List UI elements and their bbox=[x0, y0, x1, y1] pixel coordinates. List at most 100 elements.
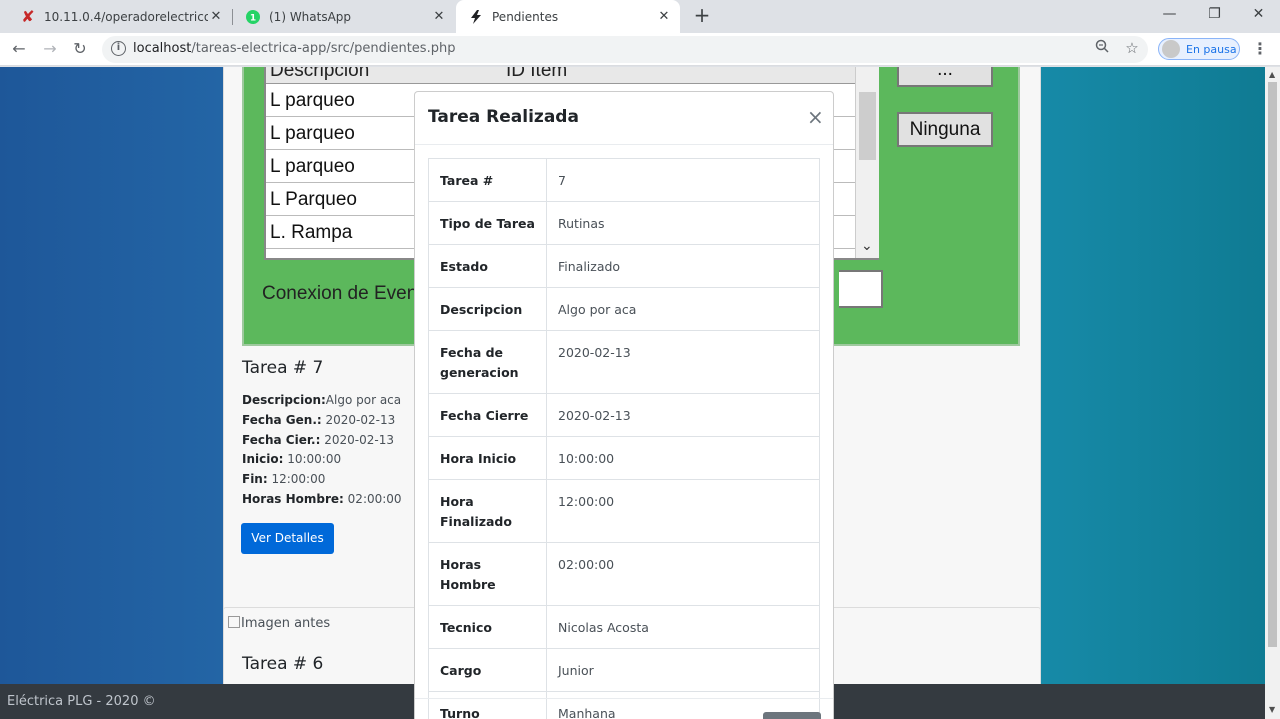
row-label: Tarea # bbox=[428, 158, 547, 202]
row-label: Fecha de generacion bbox=[428, 330, 547, 394]
table-row: Tarea #7 bbox=[428, 158, 820, 202]
row-value: Algo por aca bbox=[546, 287, 820, 331]
task-start: Inicio: 10:00:00 bbox=[242, 452, 341, 466]
row-value: Finalizado bbox=[546, 244, 820, 288]
field-label: Inicio: bbox=[242, 452, 284, 466]
row-label: Hora Finalizado bbox=[428, 479, 547, 543]
legacy-event-label: Conexion de Evento bbox=[262, 283, 434, 304]
row-value: Nicolas Acosta bbox=[546, 605, 820, 649]
whatsapp-icon: 1 bbox=[245, 9, 261, 25]
table-row: Horas Hombre 02:00:00 bbox=[428, 542, 820, 606]
table-row: Tecnico Nicolas Acosta bbox=[428, 605, 820, 649]
table-row: Fecha de generacion 2020-02-13 bbox=[428, 330, 820, 394]
svg-text:1: 1 bbox=[250, 13, 256, 23]
url-host: localhost bbox=[133, 41, 192, 56]
table-row: Cargo Junior bbox=[428, 648, 820, 692]
info-icon[interactable]: i bbox=[111, 41, 126, 56]
reload-icon[interactable]: ↻ bbox=[69, 38, 91, 60]
bolt-icon bbox=[468, 9, 484, 25]
modal-close-button[interactable]: × bbox=[807, 105, 824, 129]
forward-arrow-icon[interactable]: → bbox=[39, 38, 61, 60]
row-label: Tecnico bbox=[428, 605, 547, 649]
row-value: 2020-02-13 bbox=[546, 393, 820, 437]
row-value: 12:00:00 bbox=[546, 479, 820, 543]
row-label: Tipo de Tarea bbox=[428, 201, 547, 245]
broken-image: Imagen antes bbox=[228, 616, 330, 631]
restore-button[interactable]: ❐ bbox=[1192, 0, 1237, 30]
window-close-button[interactable]: ✕ bbox=[1236, 0, 1280, 30]
avatar bbox=[1162, 40, 1180, 58]
row-label: Hora Inicio bbox=[428, 436, 547, 480]
legacy-header-desc: Descripcion bbox=[270, 67, 370, 81]
row-label: Cargo bbox=[428, 648, 547, 692]
legacy-none-button: Ninguna bbox=[897, 112, 993, 147]
close-icon[interactable]: ✕ bbox=[208, 9, 224, 25]
profile-label: En pausa bbox=[1186, 42, 1237, 56]
modal-close-footer-button[interactable] bbox=[763, 712, 821, 719]
field-label: Descripcion: bbox=[242, 393, 326, 407]
tab-whatsapp[interactable]: 1 (1) WhatsApp ✕ bbox=[233, 0, 455, 33]
tab-title: Pendientes bbox=[492, 9, 559, 24]
field-label: Fecha Gen.: bbox=[242, 413, 322, 427]
x-favicon-icon: ✘ bbox=[21, 7, 35, 26]
task-title: Tarea # 6 bbox=[242, 654, 324, 674]
star-icon[interactable]: ☆ bbox=[1122, 39, 1142, 57]
close-icon[interactable]: ✕ bbox=[656, 9, 672, 25]
field-value: 12:00:00 bbox=[267, 472, 326, 486]
address-bar[interactable]: i localhost/tareas-electrica-app/src/pen… bbox=[102, 36, 1148, 63]
task-gen-date: Fecha Gen.: 2020-02-13 bbox=[242, 413, 395, 427]
field-label: Fecha Cier.: bbox=[242, 433, 321, 447]
scroll-down-icon[interactable]: ▼ bbox=[1269, 705, 1275, 714]
field-value: 2020-02-13 bbox=[321, 413, 396, 427]
chevron-down-icon: ⌄ bbox=[861, 238, 873, 254]
image-alt-text: Imagen antes bbox=[241, 616, 331, 631]
url-text[interactable]: localhost/tareas-electrica-app/src/pendi… bbox=[133, 41, 455, 56]
row-value: Rutinas bbox=[546, 201, 820, 245]
legacy-scroll-thumb bbox=[859, 92, 876, 160]
field-label: Fin: bbox=[242, 472, 268, 486]
zoom-icon[interactable] bbox=[1092, 39, 1112, 57]
table-row: Fecha Cierre 2020-02-13 bbox=[428, 393, 820, 437]
task-description: Descripcion:Algo por aca bbox=[242, 393, 401, 407]
tab-title: 10.11.0.4/operadorelectrico/login bbox=[44, 9, 208, 24]
field-value: 2020-02-13 bbox=[320, 433, 394, 447]
back-arrow-icon[interactable]: ← bbox=[8, 38, 30, 60]
tab-title: (1) WhatsApp bbox=[269, 9, 352, 24]
tab-pendientes[interactable]: Pendientes ✕ bbox=[456, 0, 680, 33]
legacy-header-id: ID Item bbox=[506, 67, 568, 81]
detail-table: Tarea #7 Tipo de Tarea Rutinas Estado Fina… bbox=[428, 158, 820, 719]
legacy-list-header: Descripcion ID Item bbox=[266, 67, 856, 84]
browser-toolbar: ← → ↻ i localhost/tareas-electrica-app/s… bbox=[0, 33, 1280, 66]
row-value: 10:00:00 bbox=[546, 436, 820, 480]
table-row: Hora Inicio 10:00:00 bbox=[428, 436, 820, 480]
task-end: Fin: 12:00:00 bbox=[242, 472, 325, 486]
scroll-thumb[interactable] bbox=[1268, 82, 1277, 647]
table-row: Estado Finalizado bbox=[428, 244, 820, 288]
scroll-up-icon[interactable]: ▲ bbox=[1269, 70, 1275, 79]
profile-button[interactable]: En pausa bbox=[1158, 38, 1240, 60]
tab-strip: ✘ 10.11.0.4/operadorelectrico/login ✕ 1 … bbox=[0, 0, 1280, 33]
row-value: Junior bbox=[546, 648, 820, 692]
table-row: Tipo de Tarea Rutinas bbox=[428, 201, 820, 245]
row-label: Turno bbox=[428, 691, 547, 719]
broken-image-icon bbox=[228, 616, 240, 628]
view-details-button[interactable]: Ver Detalles bbox=[241, 523, 334, 554]
field-value: 02:00:00 bbox=[343, 492, 402, 506]
page-scrollbar[interactable]: ▲ ▼ bbox=[1265, 67, 1280, 719]
minimize-button[interactable]: — bbox=[1147, 0, 1192, 30]
table-row: Turno Manhana bbox=[428, 691, 820, 719]
task-hours: Horas Hombre: 02:00:00 bbox=[242, 492, 402, 506]
field-label: Horas Hombre: bbox=[242, 492, 344, 506]
modal-header: Tarea Realizada × bbox=[415, 92, 833, 145]
page-viewport: Descripcion ID Item L parqueo L parqueo … bbox=[0, 67, 1265, 719]
kebab-menu-icon[interactable]: ⋮ bbox=[1252, 39, 1268, 58]
modal-title: Tarea Realizada bbox=[428, 107, 579, 127]
row-label: Estado bbox=[428, 244, 547, 288]
task-close-date: Fecha Cier.: 2020-02-13 bbox=[242, 433, 394, 447]
field-value: 10:00:00 bbox=[283, 452, 342, 466]
new-tab-button[interactable]: + bbox=[690, 4, 714, 28]
row-label: Fecha Cierre bbox=[428, 393, 547, 437]
task-title: Tarea # 7 bbox=[242, 358, 324, 378]
tab-login[interactable]: ✘ 10.11.0.4/operadorelectrico/login ✕ bbox=[8, 0, 232, 33]
close-icon[interactable]: ✕ bbox=[431, 9, 447, 25]
